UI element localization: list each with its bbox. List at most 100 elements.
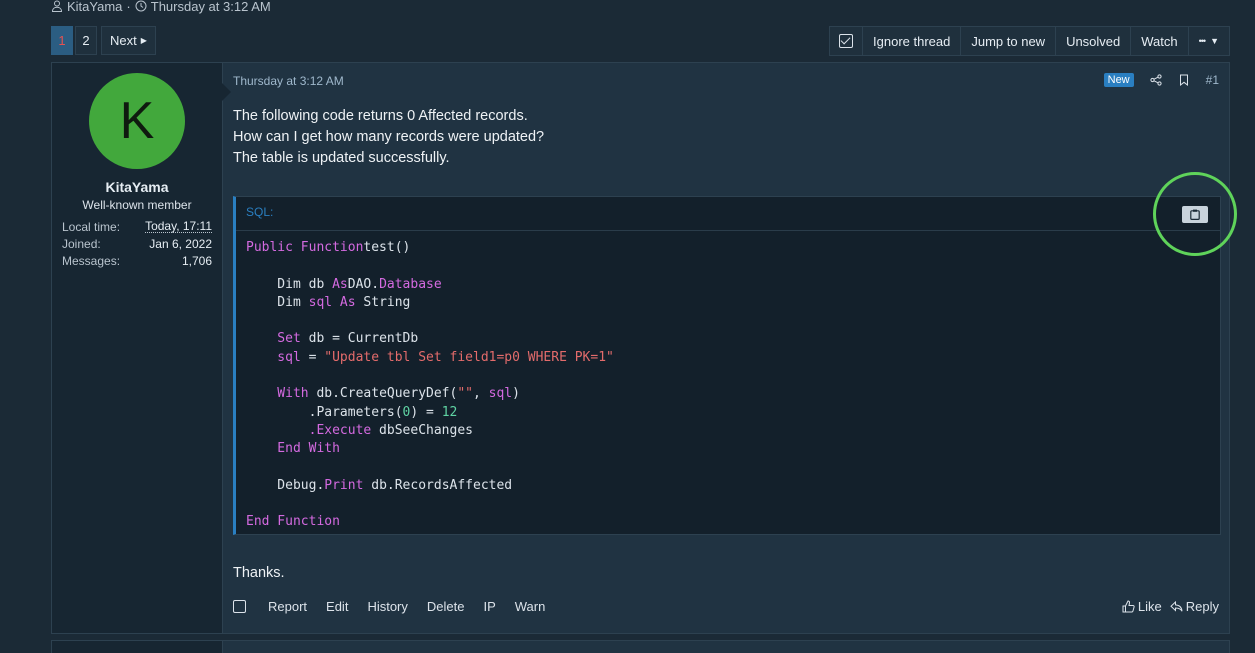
post-attribution: New #1 [1103, 73, 1219, 87]
select-post-checkbox[interactable] [233, 600, 246, 613]
reply-button[interactable]: Reply [1170, 599, 1219, 614]
report-link[interactable]: Report [268, 599, 307, 614]
body-line: The following code returns 0 Affected re… [233, 108, 528, 124]
code-token: Set [246, 331, 301, 347]
thread-toolbar: Ignore thread Jump to new Unsolved Watch… [829, 26, 1230, 56]
code-line: Set db = CurrentDb [246, 331, 418, 346]
watch-button[interactable]: Watch [1130, 27, 1187, 55]
code-token: = [300, 349, 325, 365]
post-message: K KitaYama Well-known member Local time:… [51, 62, 1230, 634]
code-language-label: SQL: [246, 205, 274, 219]
stat-messages: Messages: 1,706 [62, 252, 212, 269]
code-line: Dim sql As String [246, 295, 410, 310]
code-line: .Execute dbSeeChanges [246, 423, 473, 438]
code-token: dbSeeChanges [371, 422, 473, 438]
reply-label: Reply [1185, 599, 1219, 614]
code-token: End With [246, 441, 340, 457]
post-number[interactable]: #1 [1206, 73, 1219, 87]
user-stats: Local time: Today, 17:11 Joined: Jan 6, … [62, 218, 212, 269]
share-icon[interactable] [1150, 74, 1162, 86]
code-token: sql As [308, 294, 356, 310]
ip-link[interactable]: IP [483, 599, 495, 614]
code-token: ) = [410, 404, 442, 420]
thumbs-up-icon [1122, 600, 1135, 613]
post-date[interactable]: Thursday at 3:12 AM [233, 74, 344, 88]
body-line: The table is updated successfully. [233, 150, 450, 166]
page-2-button[interactable]: 2 [75, 26, 97, 55]
code-token: Dim [246, 294, 309, 310]
thread-date[interactable]: Thursday at 3:12 AM [151, 0, 271, 14]
code-token: 12 [441, 404, 458, 420]
code-token: .Parameters( [246, 404, 403, 420]
code-header: SQL: [236, 197, 1220, 231]
code-line: sql = "Update tbl Set field1=p0 WHERE PK… [246, 350, 614, 365]
code-token: Debug. [246, 477, 325, 493]
select-thread-checkbox[interactable] [830, 27, 862, 55]
like-label: Like [1137, 599, 1162, 614]
bookmark-icon[interactable] [1178, 74, 1190, 86]
clipboard-icon [1190, 209, 1200, 220]
stat-local-time: Local time: Today, 17:11 [62, 218, 212, 235]
body-line: How can I get how many records were upda… [233, 129, 545, 145]
reply-icon [1170, 600, 1183, 612]
code-line: Public Functiontest() [246, 240, 410, 255]
code-token: , [473, 386, 489, 402]
delete-link[interactable]: Delete [427, 599, 465, 614]
caret-right-icon: ▶ [140, 36, 147, 45]
code-token: End Function [246, 514, 340, 530]
code-line: With db.CreateQueryDef("", sql) [246, 386, 520, 401]
code-line: Dim db AsDAO.Database [246, 276, 442, 292]
next-label: Next [110, 33, 137, 48]
avatar[interactable]: K [89, 73, 185, 169]
chevron-down-icon: ▼ [1210, 36, 1219, 46]
thread-author[interactable]: KitaYama [67, 0, 122, 14]
copy-code-button[interactable] [1182, 206, 1208, 223]
new-badge: New [1103, 73, 1134, 87]
post-reactions: Like Reply [1122, 599, 1219, 614]
thread-meta: KitaYama · Thursday at 3:12 AM [51, 0, 271, 15]
code-token: db = CurrentDb [300, 331, 419, 347]
code-token: sql [246, 349, 301, 365]
user-panel: K KitaYama Well-known member Local time:… [52, 63, 231, 633]
code-token: ) [512, 386, 520, 402]
stat-label: Joined: [62, 236, 101, 251]
code-token: Database [379, 276, 442, 292]
code-token: Public Function [246, 240, 364, 255]
code-line: Debug.Print db.RecordsAffected [246, 478, 512, 493]
jump-to-new-button[interactable]: Jump to new [960, 27, 1055, 55]
meta-separator: · [126, 0, 131, 14]
code-token: DAO. [347, 276, 380, 292]
user-icon [51, 0, 63, 12]
code-token: test() [363, 240, 411, 255]
stat-value: Jan 6, 2022 [149, 236, 212, 251]
next-user-panel [52, 641, 223, 653]
like-button[interactable]: Like [1122, 599, 1162, 614]
code-line: End Function [246, 514, 340, 529]
code-token: .Execute [246, 422, 372, 438]
page-1-button[interactable]: 1 [51, 26, 73, 55]
more-options-button[interactable]: ••• ▼ [1187, 27, 1229, 55]
ignore-thread-button[interactable]: Ignore thread [862, 27, 960, 55]
next-page-button[interactable]: Next ▶ [101, 26, 156, 55]
stat-joined: Joined: Jan 6, 2022 [62, 235, 212, 252]
code-token: "Update tbl Set field1=p0 WHERE PK=1" [324, 349, 614, 365]
code-token: Print [324, 477, 364, 493]
ellipsis-icon: ••• [1198, 36, 1207, 46]
edit-link[interactable]: Edit [326, 599, 348, 614]
next-post-message [51, 640, 1230, 653]
username[interactable]: KitaYama [52, 179, 222, 195]
clock-icon [135, 0, 147, 12]
stat-label: Local time: [62, 219, 121, 234]
closing-text: Thanks. [233, 565, 285, 581]
code-token: With [246, 386, 309, 402]
unsolved-button[interactable]: Unsolved [1055, 27, 1130, 55]
stat-value: Today, 17:11 [145, 219, 212, 233]
warn-link[interactable]: Warn [515, 599, 546, 614]
code-line: .Parameters(0) = 12 [246, 404, 458, 420]
post-body: The following code returns 0 Affected re… [233, 106, 544, 169]
code-token: "" [457, 386, 473, 402]
post-actions: Report Edit History Delete IP Warn [233, 599, 545, 614]
history-link[interactable]: History [367, 599, 407, 614]
code-token: db.CreateQueryDef( [308, 386, 458, 402]
code-token: sql [488, 386, 513, 402]
